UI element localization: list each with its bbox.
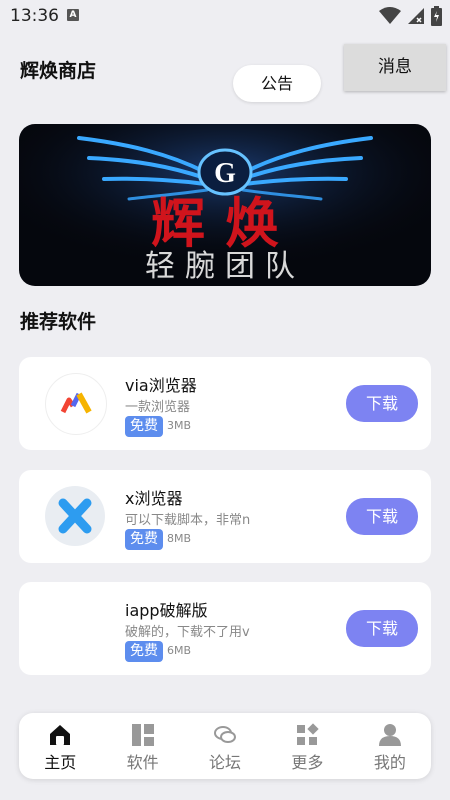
home-icon	[50, 725, 71, 745]
nav-label: 主页	[44, 753, 77, 772]
banner-graphic: G 辉焕 轻腕团队	[19, 124, 431, 286]
status-time: 13:36	[10, 6, 59, 26]
free-badge: 免费	[125, 529, 163, 550]
app-name: via浏览器	[125, 376, 197, 395]
nav-label: 更多	[291, 753, 324, 772]
messages-button[interactable]: 消息	[344, 44, 446, 91]
chat-icon	[214, 726, 237, 743]
app-size: 3MB	[167, 419, 192, 432]
svg-text:轻腕团队: 轻腕团队	[145, 249, 305, 284]
free-badge: 免费	[125, 641, 163, 662]
nav-label: 论坛	[209, 753, 242, 772]
via-icon	[45, 373, 107, 435]
store-title: 辉焕商店	[20, 60, 97, 82]
status-bar: 13:36 A	[0, 0, 450, 32]
svg-text:辉焕: 辉焕	[151, 191, 299, 255]
wifi-icon	[379, 7, 401, 24]
nav-apps[interactable]: 软件	[101, 713, 183, 779]
app-card[interactable]: iapp破解版 破解的，下载不了用v 免费 6MB 下载	[19, 582, 431, 675]
nav-profile[interactable]: 我的	[349, 713, 431, 779]
free-badge: 免费	[125, 416, 163, 437]
banner-image[interactable]: G 辉焕 轻腕团队	[19, 124, 431, 286]
app-description: 可以下载脚本，非常n	[125, 513, 251, 528]
app-size: 6MB	[167, 644, 192, 657]
more-icon	[297, 723, 320, 745]
apps-icon	[131, 724, 154, 746]
app-description: 一款浏览器	[125, 400, 191, 415]
app-card[interactable]: via浏览器 一款浏览器 免费 3MB 下载	[19, 357, 431, 450]
nav-label: 我的	[373, 753, 406, 772]
bottom-nav: 主页 软件 论坛 更多 我的	[19, 713, 431, 779]
download-button[interactable]: 下载	[346, 610, 418, 647]
nav-more[interactable]: 更多	[266, 713, 348, 779]
x-browser-icon	[45, 486, 105, 546]
battery-icon	[431, 6, 442, 26]
section-title: 推荐软件	[20, 311, 97, 333]
user-icon	[378, 724, 401, 746]
download-button[interactable]: 下载	[346, 498, 418, 535]
app-name: iapp破解版	[125, 601, 208, 620]
nav-forum[interactable]: 论坛	[184, 713, 266, 779]
notification-a-icon: A	[67, 9, 79, 21]
notice-button[interactable]: 公告	[233, 65, 321, 102]
app-description: 破解的，下载不了用v	[125, 625, 250, 640]
app-size: 8MB	[167, 532, 192, 545]
download-button[interactable]: 下载	[346, 385, 418, 422]
svg-text:G: G	[214, 158, 236, 189]
nav-home[interactable]: 主页	[19, 713, 101, 779]
app-card[interactable]: x浏览器 可以下载脚本，非常n 免费 8MB 下载	[19, 470, 431, 563]
app-name: x浏览器	[125, 489, 183, 508]
status-icons	[379, 6, 442, 26]
app-icon-placeholder	[45, 598, 105, 658]
nav-label: 软件	[126, 753, 159, 772]
signal-icon	[408, 8, 424, 24]
